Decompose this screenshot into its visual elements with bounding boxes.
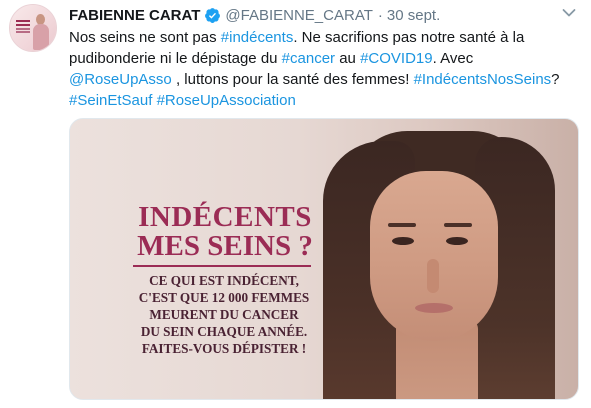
tweet-text-line: Nos seins ne sont pas #indécents. Ne sac… <box>69 27 579 48</box>
hashtag-link[interactable]: #IndécentsNosSeins <box>414 71 552 88</box>
text-segment: , luttons pour la santé des femmes! <box>171 71 414 88</box>
author-handle[interactable]: @FABIENNE_CARAT <box>225 7 372 24</box>
poster-title: INDÉCENTS MES SEINS ? <box>125 203 325 261</box>
avatar[interactable] <box>9 4 57 52</box>
text-segment: . Ne sacrifions pas notre santé à la <box>293 29 525 46</box>
avatar-poster-text-lines <box>16 20 30 22</box>
text-segment: pudibonderie ni le dépistage du <box>69 50 282 67</box>
tweet-header: FABIENNE CARAT @FABIENNE_CARAT · 30 sept… <box>69 4 440 26</box>
tweet-text-line: #SeinEtSauf #RoseUpAssociation <box>69 90 579 111</box>
poster-title-line: MES SEINS ? <box>137 230 313 262</box>
verified-badge-icon <box>205 7 221 23</box>
text-segment: au <box>335 50 361 67</box>
mention-link[interactable]: @RoseUpAsso <box>69 71 172 88</box>
hashtag-link[interactable]: #cancer <box>282 50 335 67</box>
poster-body-line: FAITES-VOUS DÉPISTER ! <box>141 341 307 356</box>
poster-title-line: INDÉCENTS <box>138 201 312 233</box>
poster-body-line: DU SEIN CHAQUE ANNÉE. <box>140 324 308 339</box>
portrait-brow-left <box>388 223 416 227</box>
text-segment: . Avec <box>432 50 474 67</box>
poster-divider <box>133 265 311 267</box>
hashtag-link[interactable]: #COVID19 <box>360 50 433 67</box>
hashtag-link[interactable]: #RoseUpAssociation <box>157 92 296 109</box>
media-image[interactable]: INDÉCENTS MES SEINS ? CE QUI EST INDÉCEN… <box>69 118 579 400</box>
header-separator: · <box>377 6 383 24</box>
portrait-eye-left <box>392 237 414 245</box>
chevron-down-icon[interactable] <box>562 8 576 18</box>
portrait-face <box>370 171 498 341</box>
tweet-text: Nos seins ne sont pas #indécents. Ne sac… <box>69 27 579 111</box>
hashtag-link[interactable]: #indécents <box>221 29 294 46</box>
text-segment: ? <box>551 71 560 88</box>
tweet-date[interactable]: 30 sept. <box>387 7 440 24</box>
tweet-text-line: @RoseUpAsso , luttons pour la santé des … <box>69 69 579 90</box>
poster-body-line: MEURENT DU CANCER <box>149 307 299 322</box>
text-segment: Nos seins ne sont pas <box>69 29 221 46</box>
tweet-text-line: pudibonderie ni le dépistage du #cancer … <box>69 48 579 69</box>
portrait-mouth <box>415 303 453 313</box>
tweet[interactable]: FABIENNE CARAT @FABIENNE_CARAT · 30 sept… <box>0 0 591 408</box>
author-name[interactable]: FABIENNE CARAT <box>69 7 200 24</box>
poster-body-line: C'EST QUE 12 000 FEMMES <box>138 290 310 305</box>
hashtag-link[interactable]: #SeinEtSauf <box>69 92 152 109</box>
avatar-figure-body <box>33 24 49 50</box>
poster-body: CE QUI EST INDÉCENT, C'EST QUE 12 000 FE… <box>118 272 330 357</box>
portrait-eye-right <box>446 237 468 245</box>
portrait-nose <box>427 259 439 293</box>
portrait-brow-right <box>444 223 472 227</box>
poster-body-line: CE QUI EST INDÉCENT, <box>149 273 299 288</box>
